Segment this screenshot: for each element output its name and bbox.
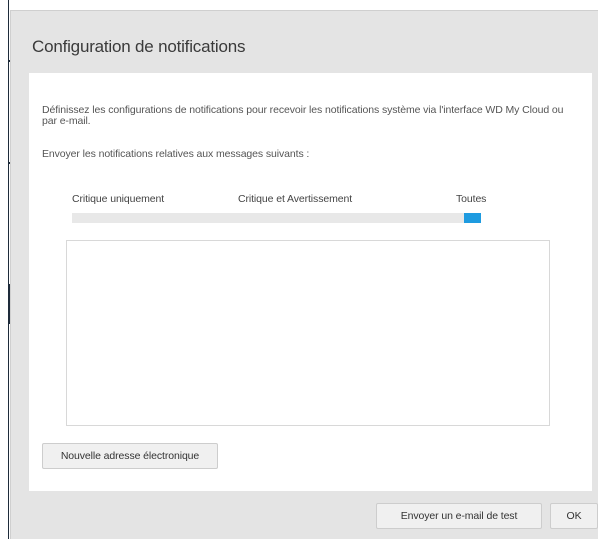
background-window-edge bbox=[0, 0, 11, 539]
new-email-address-button[interactable]: Nouvelle adresse électronique bbox=[42, 443, 218, 469]
notification-level-slider-thumb[interactable] bbox=[464, 213, 481, 223]
ok-button[interactable]: OK bbox=[550, 503, 598, 529]
background-window-border bbox=[8, 0, 9, 539]
dialog-title: Configuration de notifications bbox=[32, 37, 246, 56]
dialog-description: Définissez les configurations de notific… bbox=[42, 104, 564, 127]
dialog-content-panel: Définissez les configurations de notific… bbox=[29, 73, 592, 491]
send-test-email-button[interactable]: Envoyer un e-mail de test bbox=[376, 503, 542, 529]
notification-level-prompt: Envoyer les notifications relatives aux … bbox=[42, 148, 310, 160]
notification-level-slider-track[interactable] bbox=[72, 213, 481, 223]
email-address-list[interactable] bbox=[66, 240, 550, 426]
notification-settings-dialog: Configuration de notifications Définisse… bbox=[10, 10, 598, 539]
level-label-critical-only[interactable]: Critique uniquement bbox=[72, 193, 164, 205]
level-label-critical-and-warning[interactable]: Critique et Avertissement bbox=[238, 193, 352, 205]
level-label-all[interactable]: Toutes bbox=[456, 193, 486, 205]
